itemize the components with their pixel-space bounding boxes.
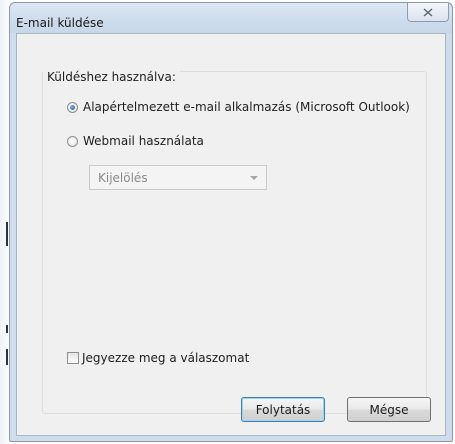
dialog-title: E-mail küldése [16,16,104,30]
send-method-legend: Küldéshez használva: [43,70,180,84]
title-bar[interactable]: E-mail küldése [10,3,452,33]
option-default-mail-app-label: Alapértelmezett e-mail alkalmazás (Micro… [83,100,410,114]
chevron-down-icon [250,176,258,180]
remember-choice-label: Jegyezze meg a válaszomat [82,351,250,365]
continue-button[interactable]: Folytatás [241,397,325,422]
dialog-content: Küldéshez használva: Alapértelmezett e-m… [16,33,446,436]
cancel-button[interactable]: Mégse [347,397,431,422]
email-send-dialog: E-mail küldése Küldéshez használva: Alap… [9,2,453,442]
close-icon [423,7,433,17]
remember-choice[interactable]: Jegyezze meg a válaszomat [67,351,249,365]
remember-choice-checkbox[interactable] [67,352,79,364]
webmail-select[interactable]: Kijelölés [89,165,267,190]
option-webmail[interactable]: Webmail használata [67,134,204,148]
webmail-select-value: Kijelölés [98,171,148,185]
radio-webmail[interactable] [67,135,78,147]
option-webmail-label: Webmail használata [83,134,204,148]
close-button[interactable] [407,3,449,22]
option-default-mail-app[interactable]: Alapértelmezett e-mail alkalmazás (Micro… [67,100,410,114]
radio-default-mail-app[interactable] [67,101,78,113]
background-window-edge [0,0,9,444]
